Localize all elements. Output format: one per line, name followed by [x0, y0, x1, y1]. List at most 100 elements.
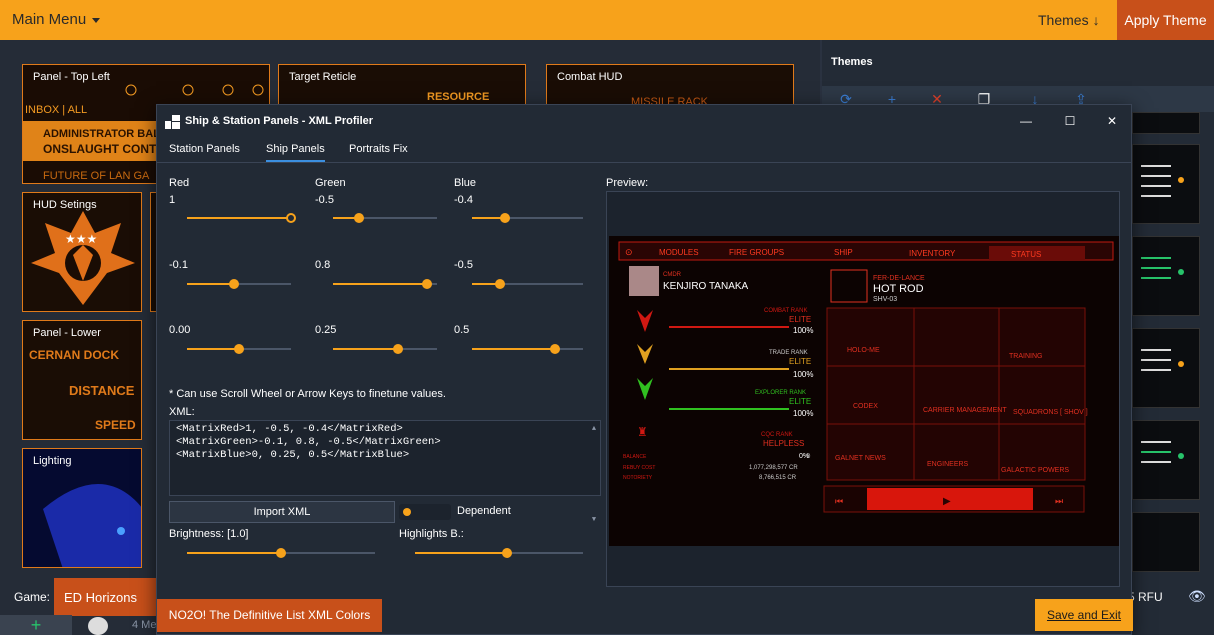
- minimize-icon[interactable]: —: [1011, 111, 1041, 131]
- tile-panel-lower[interactable]: Panel - Lower CERNAN DOCK DISTANCE SPEED: [22, 320, 142, 440]
- scrollbar[interactable]: ▲ ▼: [590, 423, 598, 524]
- toggle-dot: [403, 508, 411, 516]
- preview-rank-value: HELPLESS: [763, 439, 804, 448]
- matrix-value: -0.5: [315, 194, 334, 206]
- preview-rank-pct: 100%: [793, 370, 813, 379]
- preview-menu-tile: ENGINEERS: [927, 461, 969, 468]
- game-select[interactable]: ED Horizons: [54, 578, 156, 616]
- matrix-slider[interactable]: [472, 212, 583, 224]
- matrix-slider[interactable]: [187, 343, 291, 355]
- matrix-slider[interactable]: [187, 212, 296, 224]
- xml-textarea[interactable]: <MatrixRed>1, -0.5, -0.4</MatrixRed> <Mat…: [169, 420, 601, 524]
- slider-knob[interactable]: [502, 548, 513, 558]
- preview-menu-tile: HOLO-ME: [847, 347, 880, 354]
- game-label: Game:: [14, 590, 51, 604]
- slider-knob[interactable]: [228, 279, 239, 289]
- preview-tab: STATUS: [1011, 250, 1041, 259]
- theme-thumbnail[interactable]: [1132, 144, 1200, 224]
- themes-menu-button[interactable]: Themes ↓: [1028, 0, 1116, 40]
- tab-ship-panels[interactable]: Ship Panels: [266, 143, 325, 162]
- slider-knob[interactable]: [234, 344, 244, 354]
- dependent-toggle[interactable]: [399, 504, 451, 520]
- preview-label: Preview:: [606, 177, 649, 189]
- tile-label: Panel - Lower: [33, 327, 101, 339]
- xml-line: <MatrixBlue>0, 0.25, 0.5</MatrixBlue>: [176, 449, 410, 461]
- matrix-value: 0.25: [315, 324, 337, 336]
- apply-theme-button[interactable]: Apply Theme: [1117, 0, 1214, 40]
- preview-menu-tile: CODEX: [853, 403, 878, 410]
- maximize-icon[interactable]: ☐: [1055, 111, 1085, 131]
- brightness-slider[interactable]: [187, 547, 375, 559]
- matrix-slider[interactable]: [472, 278, 583, 290]
- no2o-link-button[interactable]: NO2O! The Definitive List XML Colors: [157, 599, 382, 632]
- theme-thumbnail[interactable]: [1132, 328, 1200, 408]
- preview-ship-id: SHV-03: [873, 296, 897, 303]
- avatar: [88, 617, 108, 635]
- matrix-slider[interactable]: [472, 343, 583, 355]
- svg-text:★★★: ★★★: [65, 232, 97, 246]
- svg-text:▶: ▶: [943, 496, 951, 507]
- slider-knob[interactable]: [421, 279, 432, 289]
- tile-art-text: SPEED: [95, 418, 136, 432]
- slider-knob[interactable]: [500, 213, 511, 223]
- slider-knob[interactable]: [354, 213, 364, 223]
- main-menu-label: Main Menu: [12, 11, 87, 28]
- preview-svg: ⊙ MODULES FIRE GROUPS SHIP INVENTORY STA…: [609, 236, 1119, 546]
- green-channel-label: Green: [315, 177, 346, 189]
- tile-lighting[interactable]: Lighting: [22, 448, 142, 568]
- blue-channel-label: Blue: [454, 177, 477, 189]
- matrix-slider[interactable]: [333, 278, 437, 290]
- thumbnail-preview: [1141, 257, 1184, 279]
- slider-knob[interactable]: [286, 213, 296, 223]
- preview-stat-value: 1,077,298,577 CR: [749, 465, 798, 471]
- matrix-value: 0.8: [315, 259, 331, 271]
- matrix-value: 0.5: [454, 324, 470, 336]
- themes-label: Themes: [1038, 12, 1089, 28]
- add-mod-icon[interactable]: +: [0, 615, 72, 635]
- matrix-slider[interactable]: [187, 278, 291, 290]
- app-icon: [165, 115, 181, 129]
- import-xml-button[interactable]: Import XML: [169, 501, 395, 523]
- theme-thumbnail[interactable]: [1132, 236, 1200, 316]
- main-menu-button[interactable]: Main Menu: [12, 11, 101, 28]
- preview-menu-tile: SQUADRONS [ SHOV ]: [1013, 409, 1088, 416]
- tile-art-text: ADMINISTRATOR BALDI: [43, 128, 171, 140]
- eye-icon[interactable]: 👁: [1188, 588, 1206, 604]
- tile-art-text: RESOURCE: [427, 91, 489, 103]
- svg-text:⏮: ⏮: [835, 496, 843, 506]
- mod-item-text: 4 Me: [132, 619, 157, 631]
- slider-knob[interactable]: [393, 344, 403, 354]
- tab-station-panels[interactable]: Station Panels: [169, 143, 240, 160]
- rfu-text: 5 RFU: [1128, 590, 1163, 604]
- tile-label: HUD Setings: [33, 199, 97, 211]
- tile-art-text: CERNAN DOCK: [29, 348, 119, 362]
- tab-portraits-fix[interactable]: Portraits Fix: [349, 143, 408, 160]
- save-and-exit-button[interactable]: Save and Exit: [1035, 599, 1133, 631]
- tile-label: Combat HUD: [557, 71, 623, 83]
- matrix-value: -0.4: [454, 194, 473, 206]
- tile-hud-settings[interactable]: HUD Setings ★★★: [22, 192, 142, 312]
- xml-line: <MatrixGreen>-0.1, 0.8, -0.5</MatrixGree…: [176, 436, 441, 448]
- svg-text:♜: ♜: [637, 425, 648, 439]
- preview-image: ⊙ MODULES FIRE GROUPS SHIP INVENTORY STA…: [609, 236, 1119, 546]
- preview-stat-value: 8,766,515 CR: [759, 475, 797, 481]
- preview-stat-label: BALANCE: [623, 454, 647, 460]
- preview-rank-value: ELITE: [789, 397, 811, 406]
- matrix-slider[interactable]: [333, 343, 437, 355]
- theme-thumbnail[interactable]: [1132, 420, 1200, 500]
- dialog-tabs: Station Panels Ship Panels Portraits Fix: [157, 137, 1131, 163]
- matrix-slider[interactable]: [333, 212, 437, 224]
- themes-panel-title: Themes: [831, 56, 873, 68]
- theme-thumbnail[interactable]: [1132, 112, 1200, 134]
- close-icon[interactable]: ✕: [1097, 111, 1127, 131]
- tile-combat-hud[interactable]: Combat HUD MISSILE RACK: [546, 64, 794, 108]
- tile-art-text: DISTANCE: [69, 383, 135, 398]
- slider-knob[interactable]: [494, 279, 505, 289]
- matrix-value: -0.5: [454, 259, 473, 271]
- highlights-slider[interactable]: [415, 547, 583, 559]
- slider-knob[interactable]: [550, 344, 561, 354]
- theme-thumbnail[interactable]: [1132, 512, 1200, 572]
- slider-knob[interactable]: [276, 548, 286, 558]
- tile-target-reticle[interactable]: Target Reticle RESOURCE: [278, 64, 526, 108]
- matrix-value: 0.00: [169, 324, 191, 336]
